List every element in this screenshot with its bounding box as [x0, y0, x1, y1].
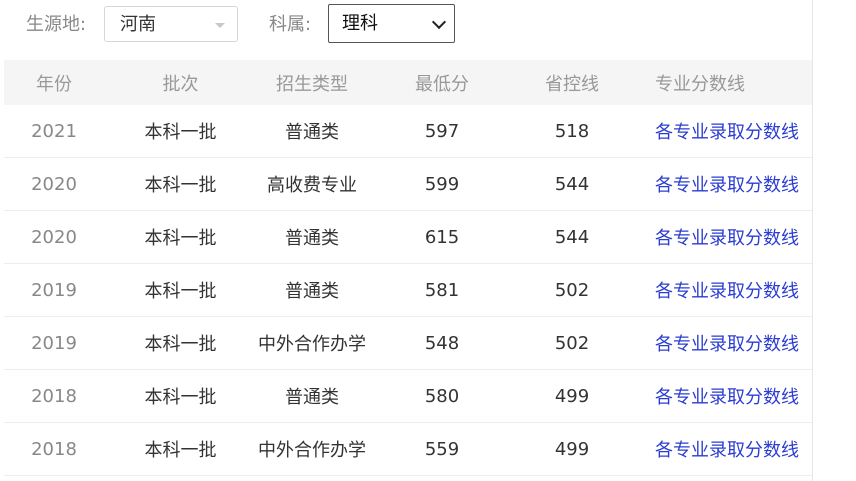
cell-year: 2020	[4, 157, 104, 211]
table-row: 2019 本科一批 普通类 581 502 各专业录取分数线	[4, 263, 812, 317]
origin-select[interactable]: 河南	[104, 6, 238, 42]
cell-type: 高收费专业	[257, 157, 367, 211]
cell-year: 2018	[4, 422, 104, 476]
major-score-link[interactable]: 各专业录取分数线	[627, 422, 812, 476]
header-control-line: 省控线	[517, 60, 627, 105]
table-row: 2020 本科一批 普通类 615 544 各专业录取分数线	[4, 210, 812, 264]
cell-control-line: 502	[517, 316, 627, 370]
major-score-link[interactable]: 各专业录取分数线	[627, 263, 812, 317]
header-year: 年份	[4, 60, 104, 105]
chevron-down-icon	[215, 23, 225, 28]
cell-batch: 本科一批	[104, 316, 257, 370]
cell-batch: 本科一批	[104, 157, 257, 211]
cell-min-score: 615	[367, 210, 517, 264]
category-select-value: 理科	[342, 13, 378, 34]
major-score-link[interactable]: 各专业录取分数线	[627, 105, 812, 158]
cell-min-score: 559	[367, 422, 517, 476]
cell-batch: 本科一批	[104, 263, 257, 317]
header-batch: 批次	[104, 60, 257, 105]
category-select[interactable]: 理科	[328, 4, 455, 43]
cell-min-score: 599	[367, 157, 517, 211]
cell-type: 普通类	[257, 105, 367, 158]
origin-label: 生源地:	[26, 14, 87, 35]
category-label: 科属:	[269, 14, 312, 35]
cell-year: 2020	[4, 210, 104, 264]
cell-type: 中外合作办学	[257, 316, 367, 370]
cell-year: 2019	[4, 263, 104, 317]
cell-batch: 本科一批	[104, 369, 257, 423]
score-panel: 生源地: 河南 科属: 理科 年份 批次 招生类型 最低分 省控线 专业分数线 …	[4, 0, 813, 481]
filter-bar: 生源地: 河南 科属: 理科	[4, 0, 812, 56]
cell-type: 普通类	[257, 210, 367, 264]
table-row: 2021 本科一批 普通类 597 518 各专业录取分数线	[4, 105, 812, 158]
chevron-down-icon	[431, 14, 447, 30]
score-table: 年份 批次 招生类型 最低分 省控线 专业分数线 2021 本科一批 普通类 5…	[4, 60, 812, 476]
cell-min-score: 548	[367, 316, 517, 370]
cell-control-line: 499	[517, 369, 627, 423]
cell-control-line: 544	[517, 210, 627, 264]
table-row: 2019 本科一批 中外合作办学 548 502 各专业录取分数线	[4, 316, 812, 370]
origin-select-value: 河南	[120, 14, 156, 35]
header-major-score: 专业分数线	[627, 60, 812, 105]
cell-batch: 本科一批	[104, 105, 257, 158]
table-row: 2020 本科一批 高收费专业 599 544 各专业录取分数线	[4, 157, 812, 211]
table-row: 2018 本科一批 中外合作办学 559 499 各专业录取分数线	[4, 422, 812, 476]
header-min-score: 最低分	[367, 60, 517, 105]
cell-control-line: 518	[517, 105, 627, 158]
major-score-link[interactable]: 各专业录取分数线	[627, 316, 812, 370]
cell-year: 2019	[4, 316, 104, 370]
cell-batch: 本科一批	[104, 210, 257, 264]
cell-min-score: 597	[367, 105, 517, 158]
cell-type: 中外合作办学	[257, 422, 367, 476]
major-score-link[interactable]: 各专业录取分数线	[627, 157, 812, 211]
table-row: 2018 本科一批 普通类 580 499 各专业录取分数线	[4, 369, 812, 423]
cell-control-line: 499	[517, 422, 627, 476]
cell-year: 2021	[4, 105, 104, 158]
cell-year: 2018	[4, 369, 104, 423]
table-header-row: 年份 批次 招生类型 最低分 省控线 专业分数线	[4, 60, 812, 105]
header-type: 招生类型	[257, 60, 367, 105]
cell-control-line: 544	[517, 157, 627, 211]
major-score-link[interactable]: 各专业录取分数线	[627, 210, 812, 264]
cell-batch: 本科一批	[104, 422, 257, 476]
cell-type: 普通类	[257, 369, 367, 423]
cell-type: 普通类	[257, 263, 367, 317]
cell-min-score: 581	[367, 263, 517, 317]
major-score-link[interactable]: 各专业录取分数线	[627, 369, 812, 423]
cell-control-line: 502	[517, 263, 627, 317]
cell-min-score: 580	[367, 369, 517, 423]
